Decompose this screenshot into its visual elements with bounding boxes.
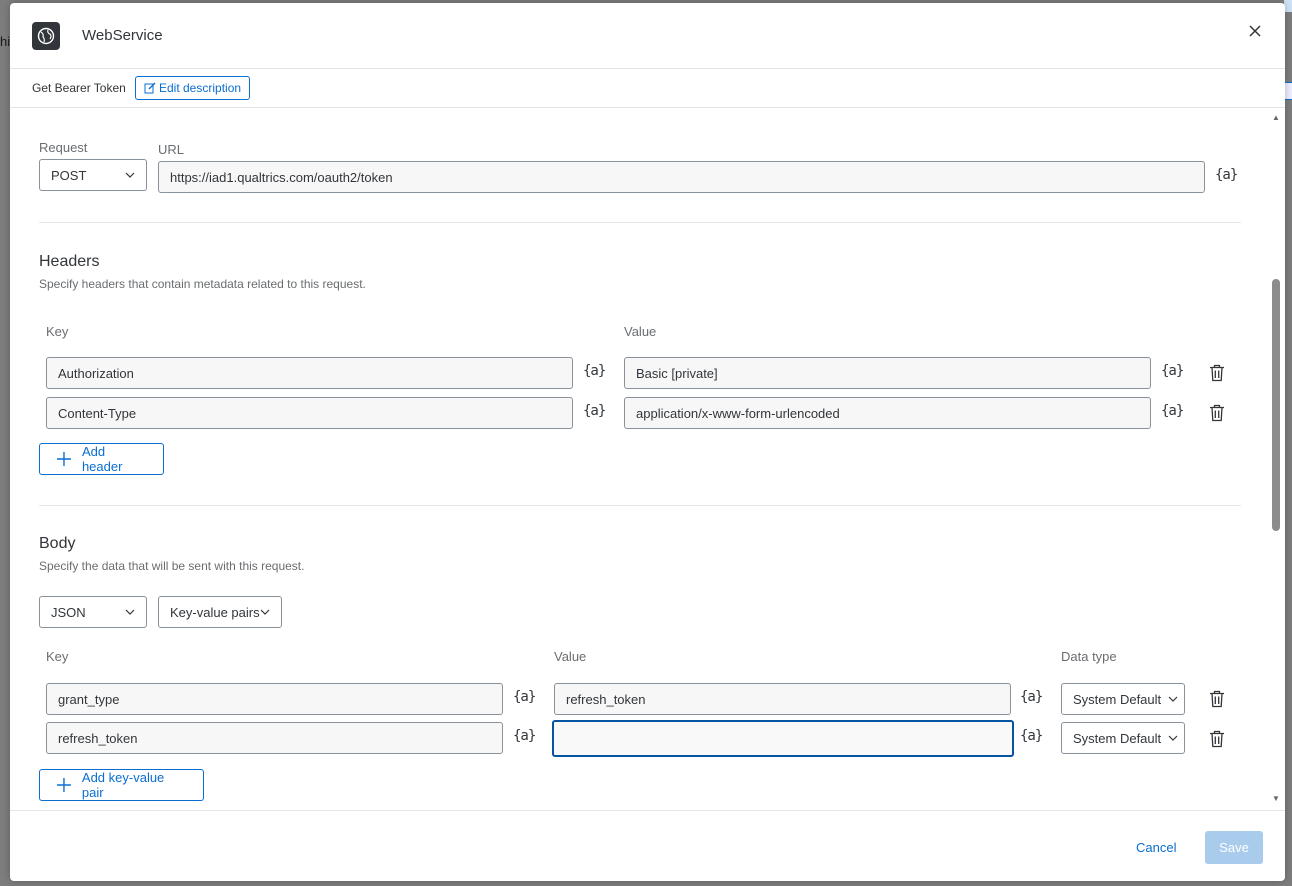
chevron-down-icon xyxy=(125,609,135,615)
scroll-down-icon[interactable]: ▼ xyxy=(1272,794,1280,803)
body-key-input[interactable]: refresh_token xyxy=(46,722,503,754)
chevron-down-icon xyxy=(125,172,135,178)
headers-description: Specify headers that contain metadata re… xyxy=(39,277,366,291)
body-value-variable-button[interactable]: {a} xyxy=(1020,728,1043,744)
body-value-input[interactable]: refresh_token xyxy=(554,683,1011,715)
add-header-button[interactable]: Add header xyxy=(39,443,164,475)
delete-header-icon[interactable] xyxy=(1209,404,1225,422)
delete-header-icon[interactable] xyxy=(1209,364,1225,382)
body-key-input[interactable]: grant_type xyxy=(46,683,503,715)
header-key-input[interactable]: Content-Type xyxy=(46,397,573,429)
data-type-value: System Default xyxy=(1073,691,1162,707)
chevron-down-icon xyxy=(260,609,270,615)
body-key-label: Key xyxy=(46,649,69,664)
edit-description-label: Edit description xyxy=(159,81,242,95)
body-title: Body xyxy=(39,535,76,552)
add-key-value-pair-label: Add key-value pair xyxy=(81,770,165,800)
header-value-variable-button[interactable]: {a} xyxy=(1161,403,1184,419)
webservice-dialog: WebService Get Bearer Token Edit descrip… xyxy=(10,3,1285,881)
cancel-button[interactable]: Cancel xyxy=(1136,840,1176,855)
delete-pair-icon[interactable] xyxy=(1209,690,1225,708)
header-value-input[interactable]: Basic [private] xyxy=(624,357,1151,389)
url-label: URL xyxy=(158,142,185,157)
url-input[interactable]: https://iad1.qualtrics.com/oauth2/token xyxy=(158,161,1205,193)
data-type-select[interactable]: System Default xyxy=(1061,722,1185,754)
data-type-value: System Default xyxy=(1073,730,1162,746)
backdrop-corner xyxy=(1284,0,1292,12)
dialog-content[interactable]: Request URL POST https://iad1.qualtrics.… xyxy=(10,109,1285,810)
add-header-label: Add header xyxy=(81,444,123,474)
headers-title: Headers xyxy=(39,253,100,270)
body-value-input[interactable] xyxy=(552,720,1014,757)
method-value: POST xyxy=(51,167,87,183)
dialog-title: WebService xyxy=(82,27,163,44)
delete-pair-icon[interactable] xyxy=(1209,730,1225,748)
webservice-name: Get Bearer Token xyxy=(32,81,126,95)
body-value-label: Value xyxy=(554,649,587,664)
header-value-variable-button[interactable]: {a} xyxy=(1161,363,1184,379)
add-key-value-pair-button[interactable]: Add key-value pair xyxy=(39,769,204,801)
divider xyxy=(39,505,1241,506)
body-value-variable-button[interactable]: {a} xyxy=(1020,689,1043,705)
body-type-label: Data type xyxy=(1061,649,1117,664)
body-description: Specify the data that will be sent with … xyxy=(39,559,305,573)
plus-icon xyxy=(56,778,71,792)
scroll-thumb[interactable] xyxy=(1272,279,1280,531)
divider xyxy=(39,222,1241,223)
dialog-footer: Cancel Save xyxy=(10,810,1285,881)
data-type-select[interactable]: System Default xyxy=(1061,683,1185,715)
globe-icon xyxy=(32,22,60,50)
header-key-variable-button[interactable]: {a} xyxy=(583,363,606,379)
backdrop-text: hi xyxy=(0,34,11,49)
header-key-input[interactable]: Authorization xyxy=(46,357,573,389)
body-key-variable-button[interactable]: {a} xyxy=(513,689,536,705)
method-select[interactable]: POST xyxy=(39,159,147,191)
url-variable-button[interactable]: {a} xyxy=(1215,167,1238,183)
dialog-header: WebService xyxy=(10,3,1285,69)
headers-value-label: Value xyxy=(624,324,657,339)
body-mode-value: Key-value pairs xyxy=(170,604,260,620)
scroll-up-icon[interactable]: ▲ xyxy=(1272,113,1280,122)
edit-icon xyxy=(144,82,156,94)
chevron-down-icon xyxy=(1168,735,1178,741)
dialog-subbar: Get Bearer Token Edit description xyxy=(10,69,1285,108)
header-key-variable-button[interactable]: {a} xyxy=(583,403,606,419)
request-label: Request xyxy=(39,140,88,155)
body-mode-select[interactable]: Key-value pairs xyxy=(158,596,282,628)
close-icon[interactable] xyxy=(1247,23,1263,39)
plus-icon xyxy=(56,452,71,466)
headers-key-label: Key xyxy=(46,324,69,339)
body-format-select[interactable]: JSON xyxy=(39,596,147,628)
header-value-input[interactable]: application/x-www-form-urlencoded xyxy=(624,397,1151,429)
edit-description-button[interactable]: Edit description xyxy=(135,76,251,100)
chevron-down-icon xyxy=(1168,696,1178,702)
scrollbar[interactable]: ▲ ▼ xyxy=(1272,113,1280,803)
body-format-value: JSON xyxy=(51,604,86,620)
save-button[interactable]: Save xyxy=(1205,831,1263,864)
body-key-variable-button[interactable]: {a} xyxy=(513,728,536,744)
